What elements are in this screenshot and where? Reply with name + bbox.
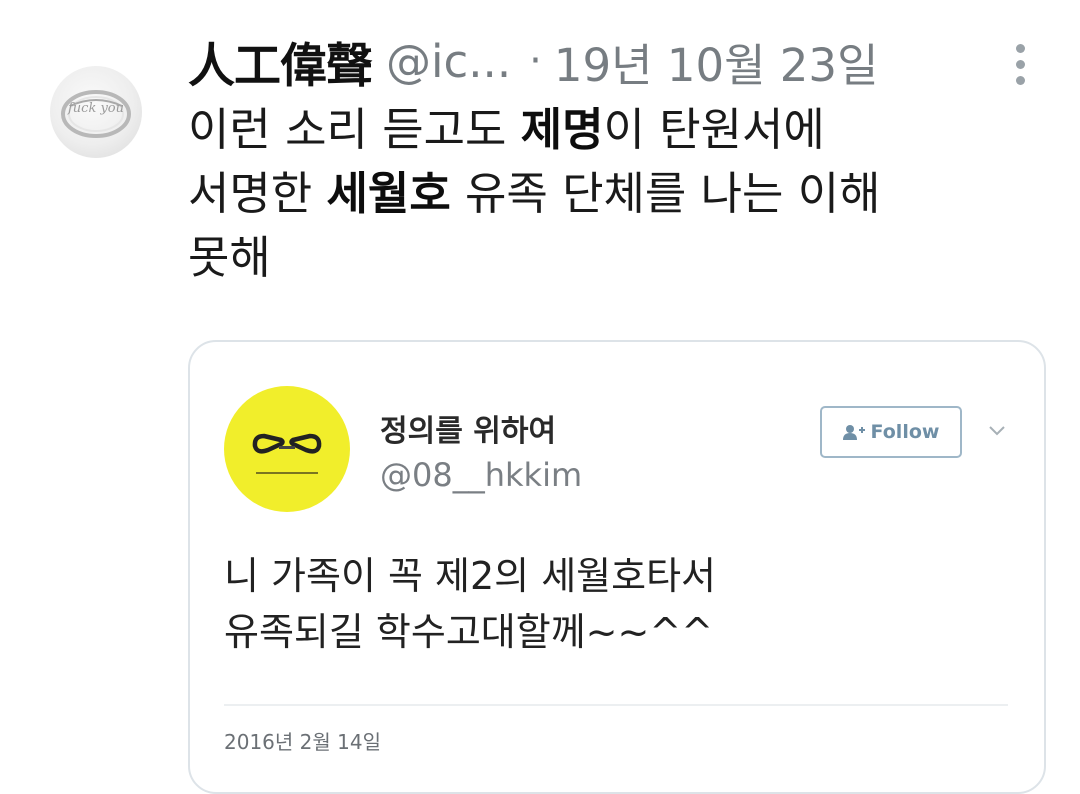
separator-dot: · (529, 38, 542, 84)
embedded-tweet-text: 니 가족이 꼭 제2의 세월호타서 유족되길 학수고대할께~~^^ (224, 548, 1024, 660)
avatar[interactable]: fuck you (50, 66, 142, 158)
embedded-image[interactable]: 정의를 위하여 @08__hkkim Follow 니 가족이 꼭 제2의 세월… (188, 340, 1046, 794)
more-dot (1016, 44, 1025, 53)
ring-icon: fuck you (61, 90, 131, 138)
tweet-line-3: 못해 (188, 231, 271, 284)
text-span: 서명한 (188, 167, 327, 220)
embedded-line-1: 니 가족이 꼭 제2의 세월호타서 (224, 554, 717, 598)
chevron-down-icon[interactable] (988, 424, 1006, 438)
embedded-line-2: 유족되길 학수고대할께~~^^ (224, 610, 714, 654)
divider (224, 704, 1008, 706)
follow-button[interactable]: Follow (820, 406, 962, 458)
text-span: 유족 단체를 나는 이해 (450, 167, 881, 220)
embedded-avatar (224, 386, 350, 512)
text-span: 이런 소리 듣고도 (188, 103, 521, 156)
display-name[interactable]: 人工偉聲 (188, 27, 373, 96)
tweet-line-2: 서명한 세월호 유족 단체를 나는 이해 (188, 162, 1038, 226)
tweet-date[interactable]: 19년 10월 23일 (554, 29, 879, 94)
embedded-handle: @08__hkkim (380, 456, 583, 494)
more-options-button[interactable] (1006, 40, 1036, 88)
embedded-date: 2016년 2월 14일 (224, 730, 381, 754)
tweet-line-1: 이런 소리 듣고도 제명이 탄원서에 (188, 98, 1038, 162)
tweet-text: 이런 소리 듣고도 제명이 탄원서에 서명한 세월호 유족 단체를 나는 이해 … (188, 98, 1038, 290)
ribbon-icon (252, 433, 322, 474)
tweet-header: 人工偉聲 @ic... · 19년 10월 23일 (188, 26, 988, 96)
avatar-text: fuck you (67, 101, 124, 116)
add-user-icon (842, 425, 865, 440)
more-dot (1016, 76, 1025, 85)
embedded-display-name: 정의를 위하여 (380, 414, 557, 449)
bold-text: 세월호 (326, 167, 451, 220)
text-span: 이 탄원서에 (603, 103, 825, 156)
more-dot (1016, 60, 1025, 69)
bold-text: 제명 (520, 103, 604, 156)
user-handle[interactable]: @ic... (386, 35, 511, 88)
follow-label: Follow (870, 421, 940, 443)
